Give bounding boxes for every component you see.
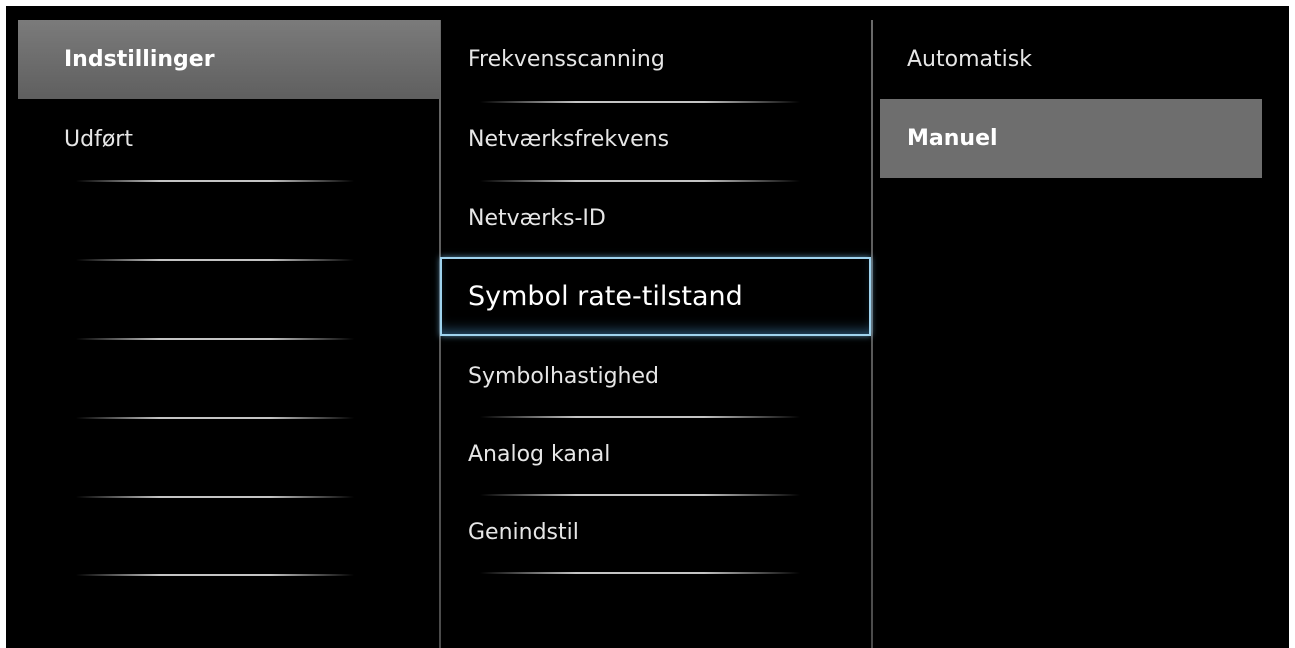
menu-separator (480, 572, 800, 574)
menu-item-udfoert[interactable]: Udført (18, 100, 440, 179)
menu-separator (76, 496, 354, 498)
menu-item-label: Analog kanal (468, 442, 611, 467)
menu-separator (76, 259, 354, 261)
menu-item-genindstil[interactable]: Genindstil (440, 493, 871, 572)
tv-settings-screen: Indstillinger Udført Frekvensscanning Ne… (6, 6, 1289, 648)
menu-item-netvaerksfrekvens[interactable]: Netværksfrekvens (440, 100, 871, 179)
menu-item-label: Indstillinger (64, 47, 215, 72)
menu-separator (76, 180, 354, 182)
option-manuel[interactable]: Manuel (880, 99, 1262, 178)
menu-separator (76, 574, 354, 576)
menu-item-netvaerks-id[interactable]: Netværks-ID (440, 179, 871, 258)
option-label: Manuel (907, 126, 998, 151)
menu-item-label: Frekvensscanning (468, 47, 665, 72)
menu-item-frekvensscanning[interactable]: Frekvensscanning (440, 20, 871, 99)
menu-item-symbolhastighed[interactable]: Symbolhastighed (440, 337, 871, 416)
menu-item-label: Netværksfrekvens (468, 127, 670, 152)
column-divider (871, 20, 873, 648)
menu-item-label: Symbol rate-tilstand (468, 281, 743, 312)
menu-item-label: Symbolhastighed (468, 364, 659, 389)
menu-item-label: Udført (64, 127, 133, 152)
menu-item-label: Genindstil (468, 520, 579, 545)
option-label: Automatisk (907, 47, 1032, 72)
menu-separator (76, 338, 354, 340)
option-automatisk[interactable]: Automatisk (880, 20, 1262, 99)
menu-item-label: Netværks-ID (468, 206, 606, 231)
menu-item-symbol-rate-tilstand[interactable]: Symbol rate-tilstand (440, 257, 871, 336)
menu-separator (76, 417, 354, 419)
menu-item-analog-kanal[interactable]: Analog kanal (440, 415, 871, 494)
menu-item-indstillinger[interactable]: Indstillinger (18, 20, 440, 99)
